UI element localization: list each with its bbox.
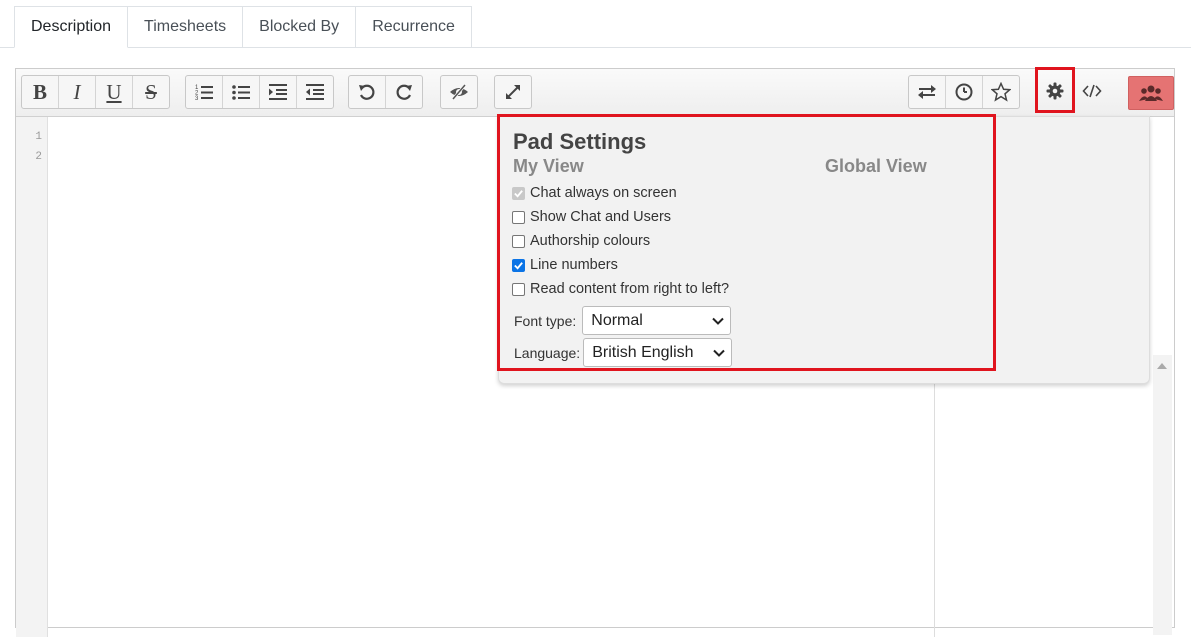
global-view-heading: Global View [825, 156, 927, 176]
tab-timesheets[interactable]: Timesheets [128, 6, 244, 48]
language-label: Language: [514, 344, 581, 361]
my-view-heading: My View [513, 156, 584, 176]
tab-bar: Description Timesheets Blocked By Recurr… [14, 6, 472, 48]
font-type-value: Normal [591, 311, 643, 329]
check-icon [514, 189, 523, 198]
unordered-list-button[interactable] [223, 76, 260, 108]
ordered-list-icon: 123 [195, 85, 213, 102]
fullscreen-group [494, 75, 532, 109]
line-numbers-checkbox[interactable] [512, 258, 525, 272]
option-show-chat-and-users[interactable]: Show Chat and Users [512, 207, 671, 227]
line-number-gutter: 1 2 [16, 117, 48, 637]
clear-authorship-button[interactable] [441, 76, 477, 108]
undo-icon [359, 84, 375, 100]
option-label: Show Chat and Users [530, 209, 672, 225]
star-icon [991, 82, 1011, 102]
outdent-icon [306, 84, 324, 100]
eye-slash-icon [450, 84, 468, 100]
redo-icon [396, 84, 412, 100]
format-group: B I U S [21, 75, 170, 109]
scroll-up-icon[interactable] [1157, 363, 1167, 369]
tab-recurrence[interactable]: Recurrence [356, 6, 472, 48]
fullscreen-button[interactable] [495, 76, 531, 108]
indent-icon [269, 84, 287, 100]
underline-button[interactable]: U [96, 76, 133, 108]
option-rtl[interactable]: Read content from right to left? [512, 279, 729, 299]
italic-button[interactable]: I [59, 76, 96, 108]
import-export-icon [918, 85, 936, 99]
import-export-button[interactable] [909, 76, 946, 108]
bold-button[interactable]: B [22, 76, 59, 108]
scrollbar[interactable] [1153, 355, 1172, 635]
embed-button[interactable] [1074, 75, 1110, 107]
language-select[interactable]: British English [583, 338, 733, 367]
line-number: 1 [35, 131, 42, 143]
history-group [348, 75, 423, 109]
undo-button[interactable] [349, 76, 386, 108]
clock-icon [955, 83, 973, 101]
line-number: 2 [35, 151, 42, 163]
saved-revision-button[interactable] [983, 76, 1019, 108]
show-chat-checkbox[interactable] [512, 210, 525, 224]
option-label: Chat always on screen [530, 185, 677, 201]
font-type-label: Font type: [514, 312, 577, 329]
rtl-checkbox[interactable] [512, 282, 525, 296]
users-icon [1139, 85, 1163, 101]
users-button[interactable] [1128, 76, 1174, 110]
expand-icon [506, 85, 520, 99]
option-label: Read content from right to left? [530, 281, 730, 297]
ordered-list-button[interactable]: 123 [186, 76, 223, 108]
settings-highlight [1035, 67, 1075, 113]
option-chat-always-on-screen: Chat always on screen [512, 183, 677, 203]
indent-button[interactable] [260, 76, 297, 108]
list-group: 123 [185, 75, 334, 109]
tab-blocked-by[interactable]: Blocked By [243, 6, 357, 48]
pad-settings-popup: Pad Settings My View Global View Chat al… [498, 116, 1150, 384]
option-line-numbers[interactable]: Line numbers [512, 255, 618, 275]
font-type-select[interactable]: Normal [582, 306, 732, 335]
editor-toolbar: B I U S 123 [16, 67, 1174, 117]
unordered-list-icon [232, 85, 250, 100]
check-icon [514, 261, 523, 270]
outdent-button[interactable] [297, 76, 333, 108]
tab-description[interactable]: Description [14, 6, 129, 48]
redo-button[interactable] [386, 76, 422, 108]
authorship-colours-checkbox[interactable] [512, 234, 525, 248]
option-label: Authorship colours [530, 233, 651, 249]
pad-settings-title: Pad Settings [513, 129, 647, 154]
chevron-down-icon [712, 317, 724, 325]
strikethrough-button[interactable]: S [133, 76, 169, 108]
option-authorship-colours[interactable]: Authorship colours [512, 231, 650, 251]
option-label: Line numbers [530, 257, 618, 273]
font-type-row: Font type: Normal [514, 306, 732, 335]
svg-text:3: 3 [195, 96, 199, 102]
chat-always-checkbox [512, 186, 525, 200]
timeslider-button[interactable] [946, 76, 983, 108]
pad-tools-group [908, 75, 1020, 109]
language-value: British English [592, 343, 694, 361]
authorship-group [440, 75, 478, 109]
language-row: Language: British English [514, 338, 733, 367]
chevron-down-icon [713, 349, 725, 357]
code-icon [1082, 84, 1102, 98]
